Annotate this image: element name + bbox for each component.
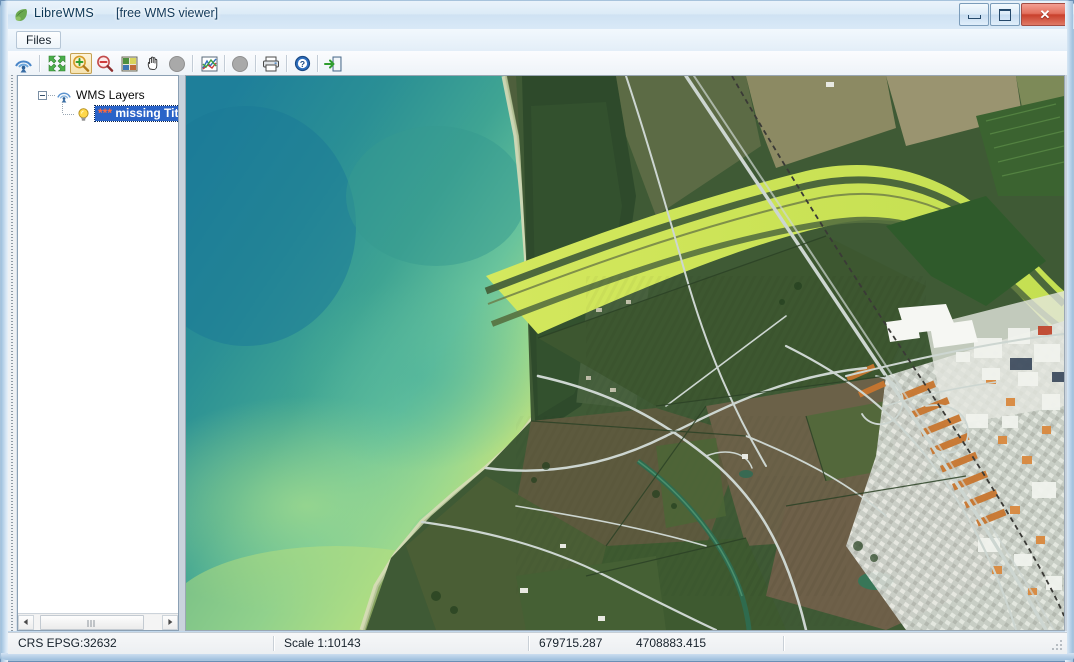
disabled-circle-icon [166, 53, 188, 74]
close-button[interactable]: ✕ [1021, 3, 1069, 26]
map-view-container [179, 75, 1067, 631]
app-subtitle: [free WMS viewer] [116, 6, 219, 20]
tree-expander-collapse[interactable] [38, 91, 47, 100]
zoom-to-layer-icon[interactable] [118, 53, 140, 74]
application-window: LibreWMS [free WMS viewer] ✕ Files ? WMS… [0, 0, 1074, 662]
left-splitter-handle[interactable] [8, 75, 16, 631]
toolbar-separator-5 [286, 55, 288, 72]
scrollbar-grip-icon [87, 619, 97, 627]
svg-text:?: ? [299, 59, 304, 69]
zoom-full-extent-icon[interactable] [46, 53, 68, 74]
legend-chart-icon[interactable] [198, 53, 220, 74]
print-icon[interactable] [260, 53, 282, 74]
toolbar-separator-3 [224, 55, 226, 72]
scrollbar-track[interactable] [34, 614, 162, 630]
missing-title-marker: *** [98, 106, 113, 120]
toolbar: ? [8, 51, 1067, 76]
title-bar: LibreWMS [free WMS viewer] ✕ [1, 1, 1074, 29]
scroll-left-arrow-icon[interactable] [18, 614, 34, 630]
maximize-button[interactable] [990, 3, 1020, 26]
tree-horizontal-scrollbar[interactable] [18, 613, 178, 630]
wms-connect-icon[interactable] [12, 53, 34, 74]
wms-antenna-icon [57, 92, 71, 103]
disabled-circle-2-icon [229, 53, 251, 74]
status-coordinate-x: 679715.287 [539, 636, 603, 650]
status-coordinate-y: 4708883.415 [636, 636, 707, 650]
zoom-out-icon[interactable] [94, 53, 116, 74]
exit-icon[interactable] [322, 53, 344, 74]
layer-tree: WMS Layers *** missing Title [18, 76, 178, 613]
tree-layer-item[interactable]: *** missing Title [94, 105, 178, 122]
help-icon[interactable]: ? [291, 53, 313, 74]
tree-root-node[interactable]: WMS Layers [18, 87, 178, 104]
status-scale: Scale 1:10143 [284, 636, 361, 650]
tree-connector-vertical [62, 102, 63, 114]
map-canvas[interactable] [186, 76, 1064, 630]
tree-connector [48, 95, 56, 96]
content-area: WMS Layers *** missing Title [8, 75, 1067, 631]
toolbar-separator-2 [192, 55, 194, 72]
status-crs: CRS EPSG:32632 [18, 636, 117, 650]
minimize-button[interactable] [959, 3, 989, 26]
tree-connector-horizontal [63, 114, 75, 115]
map-frame [185, 75, 1065, 631]
scrollbar-thumb[interactable] [40, 614, 144, 630]
toolbar-separator-6 [317, 55, 319, 72]
zoom-in-icon[interactable] [70, 53, 92, 74]
scroll-right-arrow-icon[interactable] [162, 614, 178, 630]
close-icon: ✕ [1039, 6, 1051, 22]
leaf-icon [15, 9, 27, 21]
pan-hand-icon[interactable] [142, 53, 164, 74]
tree-child-node[interactable]: *** missing Title [18, 102, 178, 123]
window-border-bottom [1, 653, 1074, 660]
menu-files[interactable]: Files [16, 31, 62, 49]
layer-tree-panel: WMS Layers *** missing Title [17, 75, 179, 631]
toolbar-separator-4 [255, 55, 257, 72]
window-border-left [1, 1, 8, 662]
window-controls: ✕ [958, 3, 1069, 26]
app-title: LibreWMS [34, 6, 94, 20]
menu-bar: Files [8, 29, 1067, 51]
lightbulb-icon[interactable] [76, 107, 91, 122]
tree-layer-label: missing Title [115, 106, 178, 120]
resize-grip-icon[interactable] [1052, 640, 1064, 652]
tree-root-label: WMS Layers [76, 88, 145, 102]
status-bar: CRS EPSG:32632 Scale 1:10143 679715.287 … [8, 632, 1067, 654]
status-divider-3 [783, 636, 785, 651]
toolbar-separator [39, 55, 41, 72]
